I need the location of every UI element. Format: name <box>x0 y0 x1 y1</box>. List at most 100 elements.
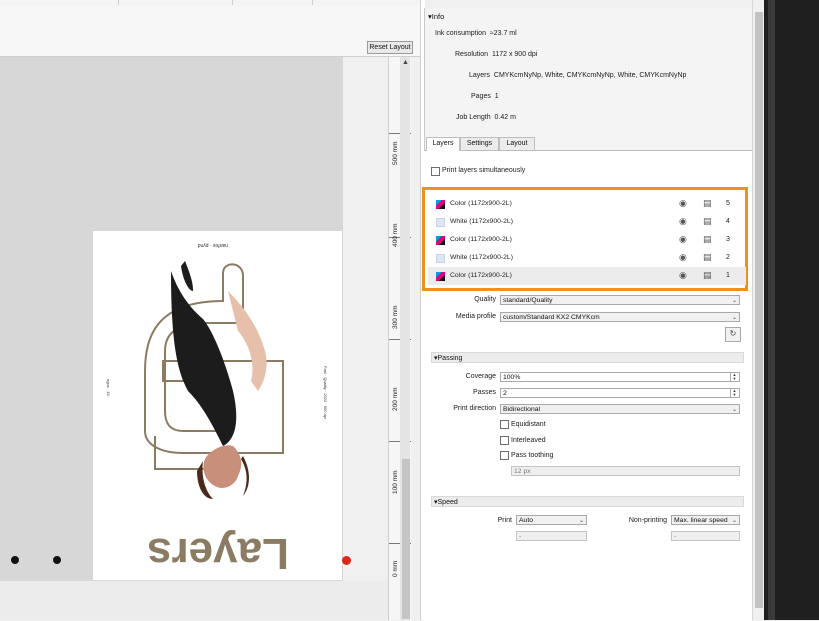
equidistant-checkbox[interactable] <box>500 420 509 429</box>
origin-marker-dot <box>342 556 351 565</box>
interleaved-checkbox[interactable] <box>500 436 509 445</box>
chevron-down-icon: ⌄ <box>731 298 737 304</box>
doc-tab-1[interactable] <box>0 0 119 5</box>
tab-settings[interactable]: Settings <box>460 137 499 150</box>
ruler-label: 500 mm <box>392 141 399 165</box>
layer-index: 2 <box>726 254 730 261</box>
nonprint-speed-detail-value: - <box>674 533 677 540</box>
media-profile-select[interactable]: custom/Standard KX2 CMYKcm ⌄ <box>500 312 740 322</box>
coverage-label: Coverage <box>465 373 496 380</box>
eye-icon[interactable]: ◉ <box>679 270 687 281</box>
info-value: 1 <box>494 93 499 100</box>
doc-tab-2[interactable] <box>120 0 233 5</box>
layer-name: Color (1172x900-2L) <box>450 272 512 279</box>
tab-layers[interactable]: Layers <box>426 137 460 151</box>
info-value: CMYKcmNyNp, White, CMYKcmNyNp, White, CM… <box>493 72 687 79</box>
printer-icon[interactable]: ▤ <box>703 234 712 245</box>
layer-row[interactable]: White (1172x900-2L) ◉ ▤ 2 <box>428 249 746 267</box>
print-direction-label: Print direction <box>453 405 496 412</box>
ruler-label: 100 mm <box>392 470 399 494</box>
chevron-down-icon: ⌄ <box>731 518 737 524</box>
canvas-marker-dot <box>11 556 19 564</box>
info-key: Job Length <box>456 114 491 121</box>
layer-row[interactable]: Color (1172x900-2L) ◉ ▤ 1 <box>428 267 746 285</box>
quality-select[interactable]: standard/Quality ⌄ <box>500 295 740 305</box>
artwork-side-right: Fast · Quality · 2022 · 900 dpi <box>323 366 328 419</box>
white-layer-icon <box>436 218 445 227</box>
layer-row[interactable]: White (1172x900-2L) ◉ ▤ 4 <box>428 213 746 231</box>
toothing-input[interactable]: 12 px <box>511 466 740 476</box>
layer-name: Color (1172x900-2L) <box>450 236 512 243</box>
info-row-pages: Pages 1 <box>471 93 499 100</box>
layer-row[interactable]: Color (1172x900-2L) ◉ ▤ 3 <box>428 231 746 249</box>
eye-icon[interactable]: ◉ <box>679 252 687 263</box>
ruler-label: 400 mm <box>392 223 399 247</box>
media-profile-label: Media profile <box>455 313 496 320</box>
print-speed-detail-value: - <box>519 533 522 540</box>
speed-header-label: Speed <box>437 499 458 506</box>
ruler-label: 200 mm <box>392 387 399 411</box>
scrollbar-thumb[interactable] <box>402 459 410 619</box>
reset-layout-button[interactable]: Reset Layout <box>367 41 413 54</box>
white-layer-icon <box>436 254 445 263</box>
canvas-bottom-area <box>0 581 388 620</box>
info-key: Pages <box>471 93 491 100</box>
info-value: 0.42 m <box>494 114 516 121</box>
info-key: Resolution <box>455 51 489 58</box>
tab-layout[interactable]: Layout <box>499 137 535 150</box>
coverage-value: 100% <box>503 374 521 381</box>
doc-tab-3[interactable] <box>234 0 313 5</box>
layer-name: White (1172x900-2L) <box>450 218 513 225</box>
figure-arm <box>228 291 267 391</box>
layer-index: 3 <box>726 236 730 243</box>
print-speed-detail: - <box>516 531 587 541</box>
layers-list: Color (1172x900-2L) ◉ ▤ 5 White (1172x90… <box>422 187 748 291</box>
ruler-label: 0 mm <box>392 560 399 577</box>
print-simultaneous-label: Print layers simultaneously <box>442 167 526 174</box>
info-key: Ink consumption <box>435 30 486 37</box>
print-direction-select[interactable]: Bidirectional ⌄ <box>500 404 740 414</box>
print-simultaneous-checkbox[interactable] <box>431 167 440 176</box>
passes-input[interactable]: 2 ▲ ▼ <box>500 388 740 398</box>
print-page-preview[interactable]: Layers nanfos · pynd ngos · 19 · Fast · … <box>93 231 342 580</box>
nonprint-speed-select[interactable]: Max. linear speed ⌄ <box>671 515 740 525</box>
canvas-marker-dot <box>53 556 61 564</box>
printer-icon[interactable]: ▤ <box>703 198 712 209</box>
coverage-input[interactable]: 100% ▲ ▼ <box>500 372 740 382</box>
spinner-icon[interactable]: ▲ ▼ <box>730 373 738 381</box>
printer-icon[interactable]: ▤ <box>703 216 712 227</box>
passes-label: Passes <box>473 389 496 396</box>
info-row-layers: Layers CMYKcmNyNp, White, CMYKcmNyNp, Wh… <box>469 72 686 79</box>
artwork-side-left: ngos · 19 · <box>106 379 111 398</box>
canvas-scrollbar[interactable]: ▲ <box>400 57 410 620</box>
eye-icon[interactable]: ◉ <box>679 234 687 245</box>
printer-icon[interactable]: ▤ <box>703 252 712 263</box>
spinner-icon[interactable]: ▲ ▼ <box>730 389 738 397</box>
artwork-word: Layers <box>147 529 289 578</box>
panel-scrollbar-thumb[interactable] <box>755 12 763 608</box>
eye-icon[interactable]: ◉ <box>679 216 687 227</box>
interleaved-label: Interleaved <box>511 437 546 444</box>
pass-toothing-checkbox[interactable] <box>500 451 509 460</box>
eye-icon[interactable]: ◉ <box>679 198 687 209</box>
info-row-resolution: Resolution 1172 x 900 dpi <box>455 51 537 58</box>
nonprint-speed-label: Non-printing <box>628 517 667 524</box>
pass-toothing-label: Pass toothing <box>511 452 554 459</box>
layer-row[interactable]: Color (1172x900-2L) ◉ ▤ 5 <box>428 195 746 213</box>
passes-value: 2 <box>503 390 507 397</box>
passing-section-header[interactable]: ▾Passing <box>431 352 744 363</box>
color-layer-icon <box>436 200 445 209</box>
info-key: Layers <box>469 72 491 79</box>
print-direction-value: Bidirectional <box>503 406 541 413</box>
layer-name: White (1172x900-2L) <box>450 254 513 261</box>
equidistant-label: Equidistant <box>511 421 546 428</box>
color-layer-icon <box>436 272 445 281</box>
printer-icon[interactable]: ▤ <box>703 270 712 281</box>
info-section-header[interactable]: ▾Info <box>428 12 444 21</box>
quality-value: standard/Quality <box>503 297 553 304</box>
preview-toolbar: Reset Layout <box>0 6 424 57</box>
speed-section-header[interactable]: ▾Speed <box>431 496 744 507</box>
scroll-up-icon[interactable]: ▲ <box>402 59 409 66</box>
print-speed-select[interactable]: Auto ⌄ <box>516 515 587 525</box>
refresh-icon[interactable]: ↻ <box>725 327 741 342</box>
